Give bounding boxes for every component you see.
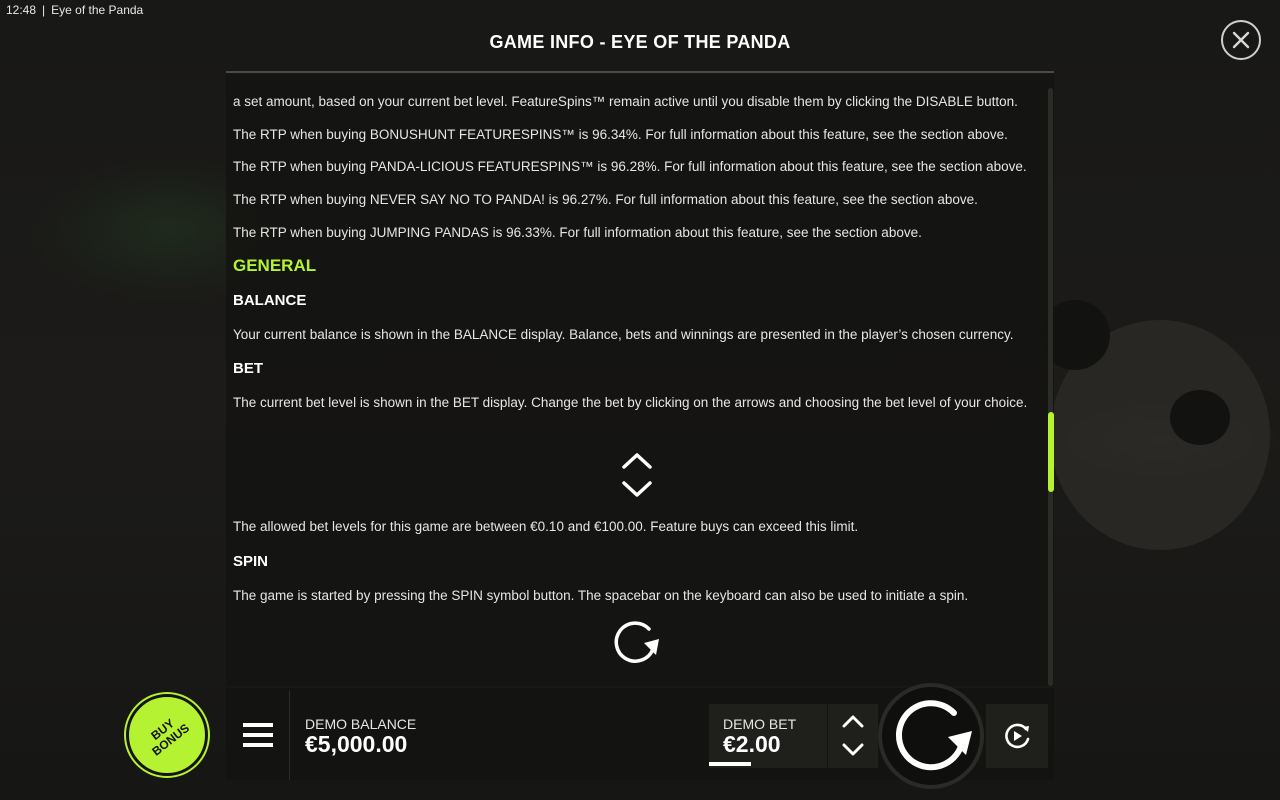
balance-label: DEMO BALANCE <box>305 716 417 732</box>
balance-value: €5,000.00 <box>305 731 408 757</box>
spin-paragraph: The game is started by pressing the SPIN… <box>233 588 969 603</box>
app-title: Eye of the Panda <box>51 3 144 17</box>
bet-decrease-button[interactable] <box>840 739 866 761</box>
spin-button[interactable] <box>878 683 984 789</box>
dialog-title: GAME INFO - EYE OF THE PANDA <box>489 32 791 52</box>
bet-value: €2.00 <box>723 731 781 757</box>
balance-paragraph: Your current balance is shown in the BAL… <box>233 327 1014 342</box>
close-button[interactable] <box>1221 20 1261 60</box>
chevron-down-icon <box>842 743 864 756</box>
section-heading-general: GENERAL <box>233 256 317 275</box>
rtp-jumping-pandas-paragraph: The RTP when buying JUMPING PANDAS is 96… <box>233 225 922 240</box>
rtp-bonushunt-paragraph: The RTP when buying BONUSHUNT FEATURESPI… <box>233 127 1008 142</box>
header-divider <box>226 71 1054 73</box>
subheading-spin: SPIN <box>233 553 269 570</box>
subheading-balance: BALANCE <box>233 292 307 309</box>
bet-label: DEMO BET <box>723 716 797 732</box>
scrollbar-thumb[interactable] <box>1048 412 1054 492</box>
scrollbar-track[interactable] <box>1048 88 1053 686</box>
clock-time: 12:48 <box>6 3 37 17</box>
rtp-never-say-no-paragraph: The RTP when buying NEVER SAY NO TO PAND… <box>233 192 978 207</box>
hamburger-menu-icon <box>242 723 273 747</box>
bet-paragraph: The current bet level is shown in the BE… <box>233 395 1028 410</box>
bet-arrows-icon <box>622 453 652 497</box>
buy-bonus-label: BUY BONUS <box>148 716 193 759</box>
rtp-pandalicious-paragraph: The RTP when buying PANDA-LICIOUS FEATUR… <box>233 159 1027 174</box>
buy-bonus-button[interactable]: BUY BONUS <box>126 694 208 776</box>
close-icon <box>1232 31 1250 49</box>
panda-eye-patch <box>1170 390 1230 445</box>
autoplay-button[interactable] <box>986 704 1048 768</box>
featurespins-paragraph: a set amount, based on your current bet … <box>233 94 1018 109</box>
info-scroll-panel[interactable]: a set amount, based on your current bet … <box>226 74 1054 686</box>
spin-icon <box>614 621 659 663</box>
status-separator: | <box>42 3 46 17</box>
autoplay-icon <box>1005 723 1030 749</box>
bet-increase-button[interactable] <box>840 710 866 732</box>
bet-limits-paragraph: The allowed bet levels for this game are… <box>233 519 859 534</box>
spin-arrow-icon <box>895 700 972 771</box>
bet-level-indicator <box>709 762 751 766</box>
status-bar: 12:48 | Eye of the Panda <box>0 0 300 20</box>
subheading-bet: BET <box>233 360 263 377</box>
menu-button[interactable] <box>226 690 290 780</box>
chevron-up-icon <box>842 715 864 728</box>
